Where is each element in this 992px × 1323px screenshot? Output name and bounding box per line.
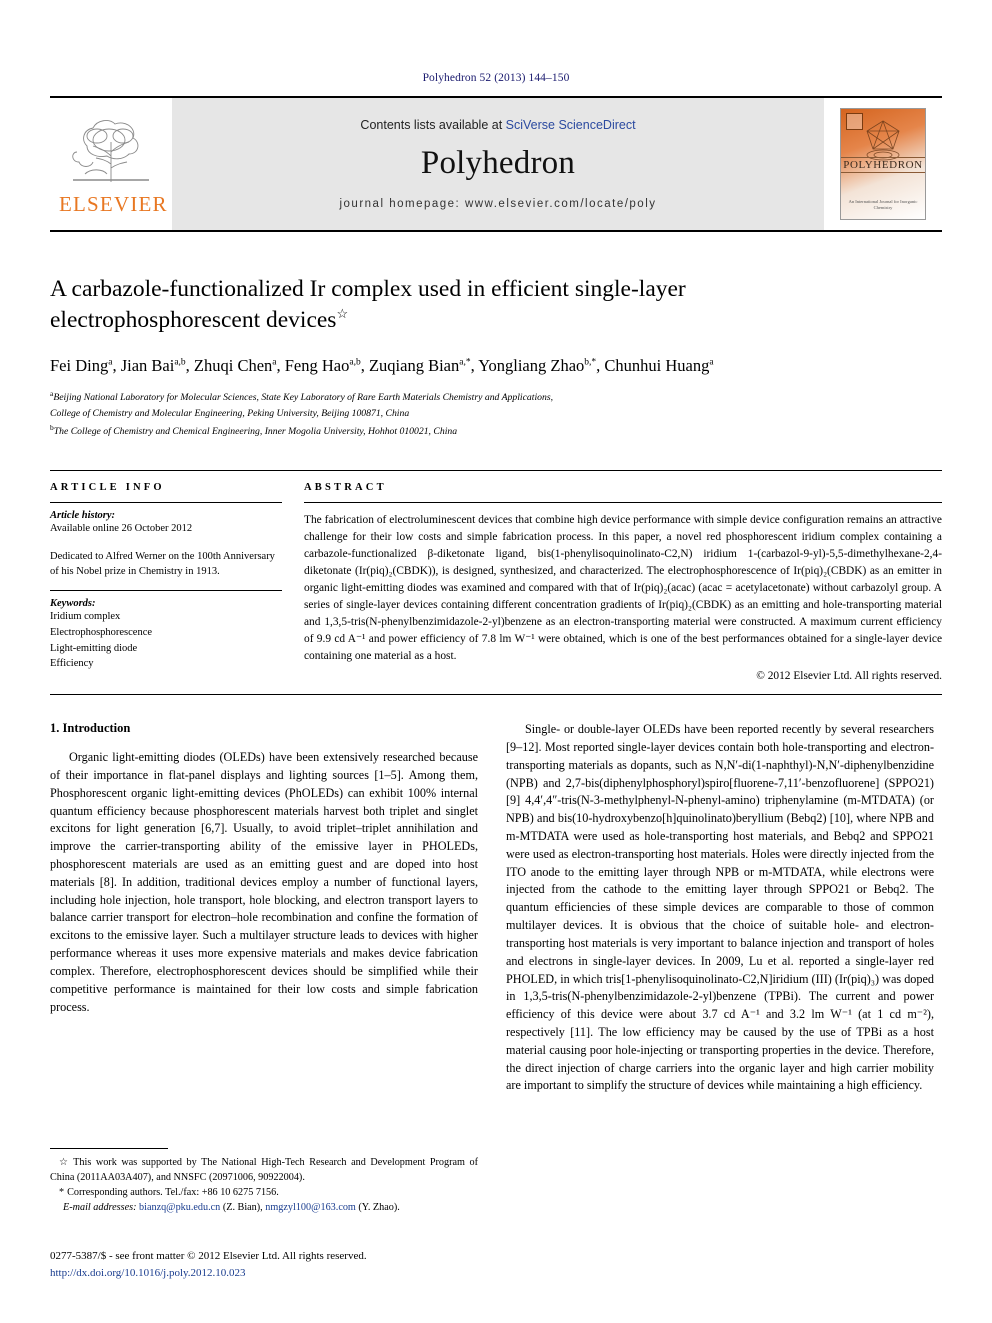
contents-prefix: Contents lists available at	[360, 118, 506, 132]
running-head: Polyhedron 52 (2013) 144–150	[422, 72, 570, 84]
author-name: Chunhui Huang	[604, 356, 710, 376]
author-affil-marker: a,*	[459, 357, 471, 368]
body-columns: 1. Introduction Organic light-emitting d…	[50, 721, 942, 1095]
divider	[50, 694, 942, 696]
article-history-block: Article history: Available online 26 Oct…	[50, 510, 282, 580]
dedication-note: Dedicated to Alfred Werner on the 100th …	[50, 550, 275, 578]
article-info-column: ARTICLE INFO Article history: Available …	[50, 482, 282, 682]
author-affil-marker: a,b	[349, 357, 361, 368]
title-block: A carbazole-functionalized Ir complex us…	[50, 274, 942, 440]
issn-copyright-line: 0277-5387/$ - see front matter © 2012 El…	[50, 1250, 367, 1262]
info-abstract-band: ARTICLE INFO Article history: Available …	[50, 469, 942, 682]
abstract-heading: ABSTRACT	[304, 481, 387, 493]
divider	[304, 501, 942, 503]
doi-link[interactable]: http://dx.doi.org/10.1016/j.poly.2012.10…	[50, 1265, 610, 1282]
author-sep: ,	[185, 356, 194, 376]
footnote-divider	[50, 1147, 168, 1149]
article-history-value: Available online 26 October 2012	[50, 522, 193, 534]
article-page: Polyhedron 52 (2013) 144–150 ELSEVIER Co…	[0, 0, 992, 1323]
email-link-bian[interactable]: bianzq@pku.edu.cn	[139, 1202, 220, 1213]
footnote-block: ☆ This work was supported by The National…	[50, 1147, 478, 1215]
email-owner-zhao: (Y. Zhao).	[358, 1201, 400, 1213]
keyword-item: Iridium complex	[50, 611, 121, 623]
email-owner-bian: (Z. Bian)	[222, 1201, 261, 1213]
journal-homepage-link[interactable]: journal homepage: www.elsevier.com/locat…	[339, 198, 656, 210]
title-line-2: electrophosphorescent devices	[50, 307, 337, 334]
affiliation-text: The College of Chemistry and Chemical En…	[53, 426, 458, 438]
cover-subtitle: An International Journal for Inorganic C…	[848, 198, 918, 211]
footnote-funding-text: This work was supported by The National …	[50, 1156, 478, 1183]
contents-available-line: Contents lists available at SciVerse Sci…	[360, 118, 635, 132]
author-name: Jian Bai	[120, 356, 175, 376]
publisher-logo: ELSEVIER	[50, 98, 172, 230]
author-name: Fei Ding	[50, 356, 109, 376]
keyword-item: Electrophosphorescence	[50, 626, 153, 638]
footnote-emails: E-mail addresses: bianzq@pku.edu.cn (Z. …	[63, 1201, 400, 1213]
author-sep: ,	[112, 356, 121, 376]
keyword-item: Light-emitting diode	[50, 642, 138, 654]
author-affil-marker: a	[709, 357, 714, 368]
elsevier-tree-icon	[72, 119, 149, 182]
body-column-right: Single- or double-layer OLEDs have been …	[506, 721, 934, 1095]
keywords-block: Keywords: Iridium complex Electrophospho…	[50, 598, 282, 672]
author-name: Yongliang Zhao	[478, 356, 585, 376]
keyword-item: Efficiency	[50, 658, 94, 670]
title-footnote-marker: ☆	[336, 306, 349, 322]
footnote-funding: ☆ This work was supported by The National…	[50, 1155, 478, 1185]
affiliation-text: Beijing National Laboratory for Molecula…	[53, 392, 554, 404]
affiliation-item: aBeijing National Laboratory for Molecul…	[50, 388, 942, 406]
page-footer: 0277-5387/$ - see front matter © 2012 El…	[50, 1248, 610, 1281]
section-heading-introduction: 1. Introduction	[50, 721, 131, 736]
journal-masthead: ELSEVIER Contents lists available at Sci…	[50, 96, 942, 232]
title-line-1: A carbazole-functionalized Ir complex us…	[50, 276, 686, 302]
author-name: Feng Hao	[284, 356, 350, 376]
author-list: Fei Dinga, Jian Baia,b, Zhuqi Chena, Fen…	[50, 355, 942, 377]
body-column-left: 1. Introduction Organic light-emitting d…	[50, 721, 478, 1095]
journal-title: Polyhedron	[420, 145, 576, 181]
affiliation-list: aBeijing National Laboratory for Molecul…	[50, 388, 942, 440]
abstract-copyright: © 2012 Elsevier Ltd. All rights reserved…	[756, 669, 942, 682]
paragraph: Single- or double-layer OLEDs have been …	[506, 722, 934, 1093]
divider	[50, 590, 282, 592]
author-sep: ,	[276, 356, 285, 376]
keywords-label: Keywords:	[50, 598, 96, 610]
author-name: Zhuqi Chen	[193, 356, 273, 376]
email-link-zhao[interactable]: nmgzyl100@163.com	[265, 1202, 356, 1213]
affiliation-item: College of Chemistry and Molecular Engin…	[50, 406, 942, 422]
author-sep: ,	[360, 356, 369, 376]
abstract-column: ABSTRACT The fabrication of electrolumin…	[304, 482, 942, 682]
article-history-label: Article history:	[50, 509, 116, 521]
journal-cover-thumbnail: POLYHEDRON An International Journal for …	[824, 98, 942, 230]
affiliation-item: bThe College of Chemistry and Chemical E…	[50, 422, 942, 440]
email-label: E-mail addresses:	[63, 1201, 137, 1213]
author-affil-marker: b,*	[584, 357, 597, 368]
divider	[50, 501, 282, 503]
page-title: A carbazole-functionalized Ir complex us…	[50, 274, 942, 336]
author-affil-marker: a,b	[174, 357, 186, 368]
footnote-corresponding-text: Corresponding authors. Tel./fax: +86 10 …	[67, 1186, 279, 1198]
paragraph: Organic light-emitting diodes (OLEDs) ha…	[50, 750, 478, 1014]
journal-banner: Contents lists available at SciVerse Sci…	[172, 98, 824, 230]
article-info-heading: ARTICLE INFO	[50, 481, 165, 493]
polyhedron-icosahedron-icon	[866, 120, 900, 161]
author-name: Zuqiang Bian	[368, 356, 460, 376]
footnote-corresponding: * Corresponding authors. Tel./fax: +86 10…	[50, 1185, 478, 1200]
affiliation-text: College of Chemistry and Molecular Engin…	[50, 408, 410, 420]
footnote-star-marker: ☆	[59, 1156, 71, 1168]
abstract-text: The fabrication of electroluminescent de…	[304, 513, 942, 662]
sciencedirect-link[interactable]: SciVerse ScienceDirect	[506, 118, 636, 132]
cover-journal-title: POLYHEDRON	[841, 157, 925, 173]
footnote-asterisk-marker: *	[59, 1186, 65, 1198]
elsevier-wordmark: ELSEVIER	[59, 191, 168, 216]
